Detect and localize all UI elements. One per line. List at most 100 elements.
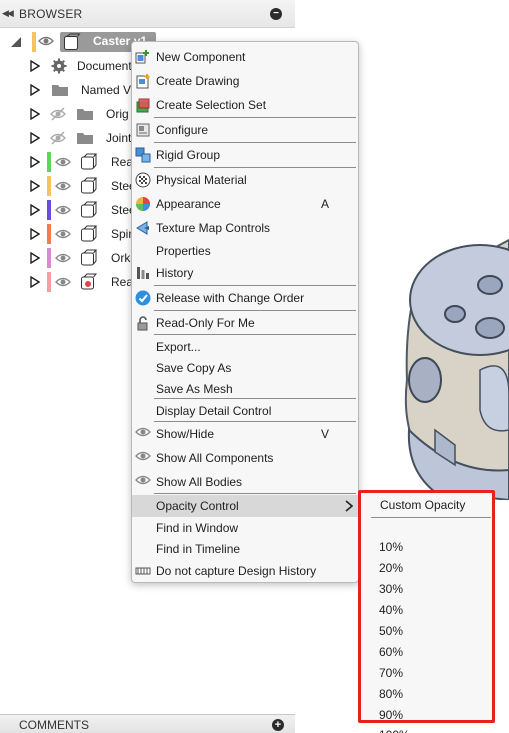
opacity-option[interactable]: 90% <box>361 704 492 725</box>
eye-icon[interactable] <box>55 203 71 220</box>
expand-right-icon[interactable] <box>30 131 41 147</box>
menu-item-history[interactable]: History <box>132 262 358 284</box>
submenu-separator <box>371 517 491 518</box>
menu-item-rigid-group[interactable]: Rigid Group <box>132 144 358 166</box>
comments-title: COMMENTS <box>19 718 89 732</box>
lock-icon <box>135 315 151 331</box>
opacity-option[interactable]: 40% <box>361 599 492 620</box>
menu-item-find-in-timeline[interactable]: Find in Timeline <box>132 538 358 560</box>
menu-shortcut: V <box>321 427 330 441</box>
expand-right-icon[interactable] <box>30 227 41 243</box>
menu-item-release-with-change-order[interactable]: Release with Change Order <box>132 287 358 309</box>
menu-item-display-detail-control[interactable]: Display Detail Control <box>132 400 358 422</box>
menu-item-do-not-capture-design-history[interactable]: Do not capture Design History <box>132 560 358 582</box>
menu-item-opacity-control[interactable]: Opacity Control <box>132 495 358 517</box>
menu-item-find-in-window[interactable]: Find in Window <box>132 517 358 539</box>
menu-item-label: Appearance <box>156 197 221 211</box>
menu-item-new-component[interactable]: New Component <box>132 46 358 68</box>
menu-item-show-all-bodies[interactable]: Show All Bodies <box>132 471 358 493</box>
menu-item-read-only-for-me[interactable]: Read-Only For Me <box>132 312 358 334</box>
menu-item-label: Save As Mesh <box>156 382 233 396</box>
expand-right-icon[interactable] <box>30 275 41 291</box>
opacity-option[interactable]: 20% <box>361 557 492 578</box>
menu-item-save-as-mesh[interactable]: Save As Mesh <box>132 378 358 400</box>
menu-item-label: Configure <box>156 123 209 137</box>
configure-icon <box>135 122 151 138</box>
eye-icon <box>135 474 151 490</box>
menu-item-appearance[interactable]: Appearance A <box>132 193 358 215</box>
eye-icon[interactable] <box>38 34 54 51</box>
gear-icon <box>51 58 67 77</box>
expand-right-icon[interactable] <box>30 203 41 219</box>
expand-right-icon[interactable] <box>30 179 41 195</box>
minimize-icon[interactable]: − <box>270 8 282 20</box>
eye-icon <box>135 426 151 442</box>
component-icon <box>80 273 98 294</box>
menu-item-show-all-components[interactable]: Show All Components <box>132 447 358 469</box>
menu-item-configure[interactable]: Configure <box>132 119 358 141</box>
eye-icon[interactable] <box>55 227 71 244</box>
menu-item-show-hide[interactable]: Show/Hide V <box>132 423 358 445</box>
eye-icon[interactable] <box>55 275 71 292</box>
opacity-option[interactable]: 50% <box>361 620 492 641</box>
opacity-option[interactable]: 100% <box>361 724 492 733</box>
eye-hidden-icon[interactable] <box>50 131 66 148</box>
menu-item-create-drawing[interactable]: Create Drawing <box>132 70 358 92</box>
texture-map-icon <box>135 220 151 236</box>
add-comment-icon[interactable]: + <box>272 719 284 731</box>
selection-set-icon <box>135 97 151 113</box>
eye-icon[interactable] <box>55 155 71 172</box>
menu-separator <box>154 310 356 311</box>
eye-icon[interactable] <box>55 179 71 196</box>
menu-item-properties[interactable]: Properties <box>132 240 358 262</box>
opacity-option-label: 30% <box>379 581 404 596</box>
menu-item-export[interactable]: Export... <box>132 336 358 358</box>
opacity-option-label: 40% <box>379 602 404 617</box>
appearance-icon <box>135 196 151 212</box>
menu-item-label: Show All Components <box>156 451 274 465</box>
expand-right-icon[interactable] <box>30 107 41 123</box>
menu-item-label: Find in Window <box>156 521 239 535</box>
collapse-panel-icon[interactable]: ◀◀ <box>2 8 16 19</box>
menu-item-label: Read-Only For Me <box>156 316 255 330</box>
opacity-option-label: 60% <box>379 644 404 659</box>
model-viewport[interactable] <box>395 230 509 502</box>
expand-right-icon[interactable] <box>30 59 41 75</box>
rigid-group-icon <box>135 147 151 163</box>
menu-item-create-selection-set[interactable]: Create Selection Set <box>132 94 358 116</box>
expand-down-icon[interactable] <box>10 36 22 51</box>
opacity-option[interactable]: 30% <box>361 578 492 599</box>
opacity-option-label: 80% <box>379 686 404 701</box>
component-icon <box>80 153 98 174</box>
opacity-option[interactable]: 10% <box>361 536 492 557</box>
menu-item-physical-material[interactable]: Physical Material <box>132 169 358 191</box>
folder-icon <box>76 107 94 124</box>
color-swatch <box>47 248 51 268</box>
color-swatch <box>47 224 51 244</box>
color-swatch <box>47 176 51 196</box>
opacity-custom-option[interactable]: Custom Opacity <box>361 494 492 515</box>
tree-item-label: Orig <box>106 107 129 121</box>
menu-separator <box>154 334 356 335</box>
menu-separator <box>154 285 356 286</box>
menu-item-label: Properties <box>156 244 211 258</box>
menu-item-texture-map-controls[interactable]: Texture Map Controls <box>132 217 358 239</box>
opacity-option[interactable]: 70% <box>361 662 492 683</box>
tree-item-label: Document <box>77 59 132 73</box>
expand-right-icon[interactable] <box>30 251 41 267</box>
expand-right-icon[interactable] <box>30 155 41 171</box>
tree-item-label: Rea <box>111 275 134 289</box>
menu-item-label: Show/Hide <box>156 427 215 441</box>
opacity-option[interactable]: 80% <box>361 683 492 704</box>
opacity-option[interactable]: 60% <box>361 641 492 662</box>
color-swatch <box>47 272 51 292</box>
tree-item-label: Rea <box>111 155 134 169</box>
color-swatch <box>47 152 51 172</box>
expand-right-icon[interactable] <box>30 83 41 99</box>
eye-hidden-icon[interactable] <box>50 107 66 124</box>
menu-item-label: Show All Bodies <box>156 475 243 489</box>
menu-item-label: Save Copy As <box>156 361 232 375</box>
eye-icon[interactable] <box>55 251 71 268</box>
menu-item-save-copy-as[interactable]: Save Copy As <box>132 357 358 379</box>
menu-item-label: Create Drawing <box>156 74 240 88</box>
